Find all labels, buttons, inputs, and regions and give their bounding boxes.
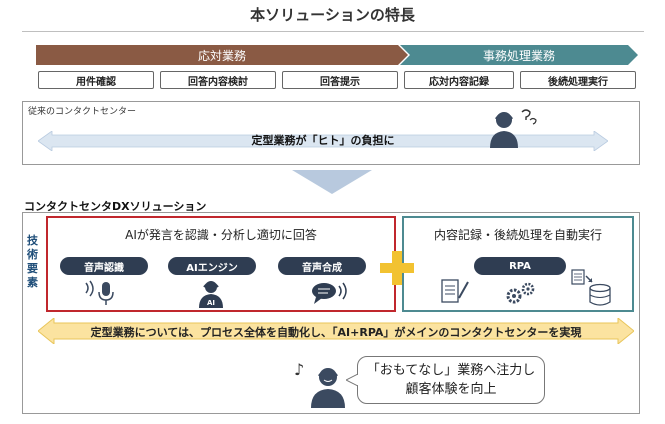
- speech-bubble-sound-icon: [312, 282, 347, 304]
- page-title: 本ソリューションの特長: [250, 6, 415, 24]
- step-box: 用件確認: [38, 71, 154, 89]
- plus-icon: [380, 251, 414, 285]
- music-note-icon: ♪: [294, 360, 305, 379]
- phase-arrow-response: 応対業務: [36, 45, 408, 65]
- step-box: 応対内容記録: [404, 71, 514, 89]
- bubble-line-2: 顧客体験を向上: [405, 382, 497, 397]
- step-box: 回答内容検討: [160, 71, 276, 89]
- pill-rpa: RPA: [474, 257, 566, 275]
- title-divider: [22, 31, 644, 32]
- ai-operator-icon: AI: [199, 281, 223, 308]
- bubble-tail: [346, 374, 358, 386]
- phase-label-admin: 事務処理業務: [482, 48, 555, 63]
- phase-label-response: 応対業務: [197, 48, 246, 63]
- database-icon: [571, 269, 611, 306]
- ai-box-heading: AIが発言を認識・分析し適切に回答: [125, 228, 317, 242]
- microphone-icon: [85, 280, 114, 305]
- bubble-line-1: 「おもてなし」業務へ注力し: [366, 363, 536, 378]
- traditional-label: 従来のコンタクトセンター: [28, 107, 137, 117]
- step-box: 後続処理実行: [520, 71, 636, 89]
- pill-speech-recognition: 音声認識: [60, 257, 148, 275]
- gears-icon: [506, 282, 535, 304]
- speech-bubble: 「おもてなし」業務へ注力し 顧客体験を向上: [357, 356, 545, 404]
- worried-operator-icon: [490, 109, 537, 148]
- ai-icon-label: AI: [207, 299, 215, 307]
- happy-operator-icon: [311, 368, 345, 408]
- step-box: 回答提示: [282, 71, 398, 89]
- down-arrow-icon: [292, 170, 372, 194]
- pill-speech-synthesis: 音声合成: [278, 257, 366, 275]
- automation-arrow-text: 定型業務については、プロセス全体を自動化し、「AI+RPA」がメインのコンタクト…: [90, 326, 582, 339]
- phase-arrow-admin: 事務処理業務: [400, 45, 638, 65]
- pill-ai-engine: AIエンジン: [168, 257, 256, 275]
- document-edit-icon: [441, 279, 469, 303]
- tech-elements-label: 技術要素: [27, 234, 38, 289]
- rpa-box-heading: 内容記録・後続処理を自動実行: [433, 228, 602, 242]
